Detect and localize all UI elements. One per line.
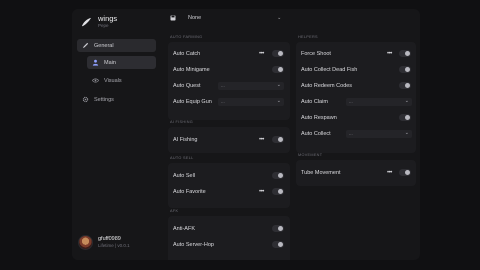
sidebar-item-main[interactable]: Main: [87, 56, 156, 69]
app-window: wings Pepe General Main Visuals Settings…: [72, 9, 420, 260]
option-auto-minigame: Auto Minigame: [168, 63, 290, 76]
eye-icon: [92, 77, 99, 84]
brand: wings Pepe: [81, 14, 117, 29]
option-label: AI Fishing: [173, 136, 198, 143]
config-selector[interactable]: None ⌄: [170, 13, 281, 23]
more-icon[interactable]: •••: [259, 189, 264, 195]
dropdown-value: ...: [349, 99, 353, 104]
dropdown-value: ...: [221, 99, 225, 104]
option-auto-equip-gun: Auto Equip Gun ... ⌄: [168, 95, 290, 108]
option-label: Auto Catch: [173, 50, 201, 57]
pen-icon: [82, 42, 89, 49]
toggle-auto-sell[interactable]: [272, 172, 284, 179]
card-ai-fishing: AI Fishing •••: [168, 127, 290, 153]
option-label: Auto Favorite: [173, 188, 206, 195]
option-anti-afk: Anti-AFK: [168, 222, 290, 235]
toggle-anti-afk[interactable]: [272, 225, 284, 232]
option-label: Auto Collect: [301, 130, 331, 137]
option-label: Force Shoot: [301, 50, 331, 57]
sidebar-item-label: Visuals: [104, 77, 122, 84]
sidebar-item-settings[interactable]: Settings: [77, 93, 156, 106]
chevron-down-icon: ⌄: [404, 129, 409, 136]
section-title-auto-sell: AUTO SELL: [170, 156, 194, 160]
option-auto-redeem-codes: Auto Redeem Codes: [296, 79, 416, 92]
option-label: Anti-AFK: [173, 225, 196, 232]
more-icon[interactable]: •••: [259, 51, 264, 57]
card-movement: Tube Movement •••: [296, 160, 416, 186]
sidebar-item-general[interactable]: General: [77, 39, 156, 52]
brand-subtitle: Pepe: [98, 23, 109, 28]
dropdown-value: ...: [349, 131, 353, 136]
option-label: Tube Movement: [301, 169, 341, 176]
option-label: Auto Quest: [173, 82, 201, 89]
profile-subtitle: Lifetime | v0.0.1: [98, 243, 130, 248]
option-auto-collect-dead-fish: Auto Collect Dead Fish: [296, 63, 416, 76]
toggle-auto-redeem-codes[interactable]: [399, 82, 411, 89]
save-icon: [170, 15, 176, 21]
dropdown-auto-collect[interactable]: ... ⌄: [346, 129, 412, 138]
gear-icon: [82, 96, 89, 103]
toggle-ai-fishing[interactable]: [272, 136, 284, 143]
section-title-afk: AFK: [170, 209, 179, 213]
option-auto-server-hop: Auto Server-Hop: [168, 238, 290, 251]
chevron-down-icon: ⌄: [276, 81, 281, 88]
toggle-auto-collect-dead-fish[interactable]: [399, 66, 411, 73]
section-title-movement: MOVEMENT: [298, 153, 323, 157]
option-auto-claim: Auto Claim ... ⌄: [296, 95, 416, 108]
profile[interactable]: gfuff0989 Lifetime | v0.0.1: [78, 235, 130, 250]
sidebar-item-label: General: [94, 42, 114, 49]
sidebar: wings Pepe General Main Visuals Settings…: [72, 9, 162, 260]
option-label: Auto Collect Dead Fish: [301, 66, 358, 73]
option-label: Auto Server-Hop: [173, 241, 214, 248]
toggle-auto-server-hop[interactable]: [272, 241, 284, 248]
option-force-shoot: Force Shoot •••: [296, 47, 416, 60]
profile-name: gfuff0989: [98, 236, 121, 242]
user-icon: [92, 59, 99, 66]
option-label: Auto Equip Gun: [173, 98, 212, 105]
avatar: [78, 235, 93, 250]
option-label: Auto Sell: [173, 172, 196, 179]
card-auto-farming: Auto Catch ••• Auto Minigame Auto Quest …: [168, 42, 290, 120]
toggle-auto-favorite[interactable]: [272, 188, 284, 195]
option-ai-fishing: AI Fishing •••: [168, 133, 290, 146]
option-label: Auto Claim: [301, 98, 328, 105]
toggle-tube-movement[interactable]: [399, 169, 411, 176]
sidebar-item-visuals[interactable]: Visuals: [87, 74, 156, 87]
dropdown-value: ...: [221, 83, 225, 88]
card-afk: Anti-AFK Auto Server-Hop: [168, 216, 290, 260]
chevron-down-icon: ⌄: [404, 97, 409, 104]
option-auto-sell: Auto Sell: [168, 169, 290, 182]
sidebar-item-label: Settings: [94, 96, 114, 103]
option-auto-collect: Auto Collect ... ⌄: [296, 127, 416, 140]
more-icon[interactable]: •••: [387, 51, 392, 57]
option-label: Auto Redeem Codes: [301, 82, 353, 89]
option-label: Auto Minigame: [173, 66, 210, 73]
option-auto-respawn: Auto Respawn: [296, 111, 416, 124]
section-title-auto-farming: AUTO FARMING: [170, 35, 203, 39]
option-auto-quest: Auto Quest ... ⌄: [168, 79, 290, 92]
option-label: Auto Respawn: [301, 114, 337, 121]
toggle-auto-respawn[interactable]: [399, 114, 411, 121]
option-auto-favorite: Auto Favorite •••: [168, 185, 290, 198]
dropdown-auto-equip-gun[interactable]: ... ⌄: [218, 97, 284, 106]
toggle-auto-catch[interactable]: [272, 50, 284, 57]
brand-title: wings: [98, 14, 118, 23]
dropdown-auto-quest[interactable]: ... ⌄: [218, 81, 284, 90]
option-auto-catch: Auto Catch •••: [168, 47, 290, 60]
config-label: None: [188, 15, 202, 21]
more-icon[interactable]: •••: [259, 137, 264, 143]
section-title-helpers: HELPERS: [298, 35, 318, 39]
more-icon[interactable]: •••: [387, 170, 392, 176]
sidebar-item-label: Main: [104, 59, 116, 66]
wing-logo-icon: [81, 17, 92, 27]
option-tube-movement: Tube Movement •••: [296, 166, 416, 179]
chevron-down-icon: ⌄: [276, 97, 281, 104]
dropdown-auto-claim[interactable]: ... ⌄: [346, 97, 412, 106]
card-auto-sell: Auto Sell Auto Favorite •••: [168, 163, 290, 208]
section-title-ai-fishing: AI FISHING: [170, 120, 194, 124]
toggle-force-shoot[interactable]: [399, 50, 411, 57]
chevron-down-icon: ⌄: [277, 15, 282, 21]
toggle-auto-minigame[interactable]: [272, 66, 284, 73]
card-helpers: Force Shoot ••• Auto Collect Dead Fish A…: [296, 42, 416, 153]
